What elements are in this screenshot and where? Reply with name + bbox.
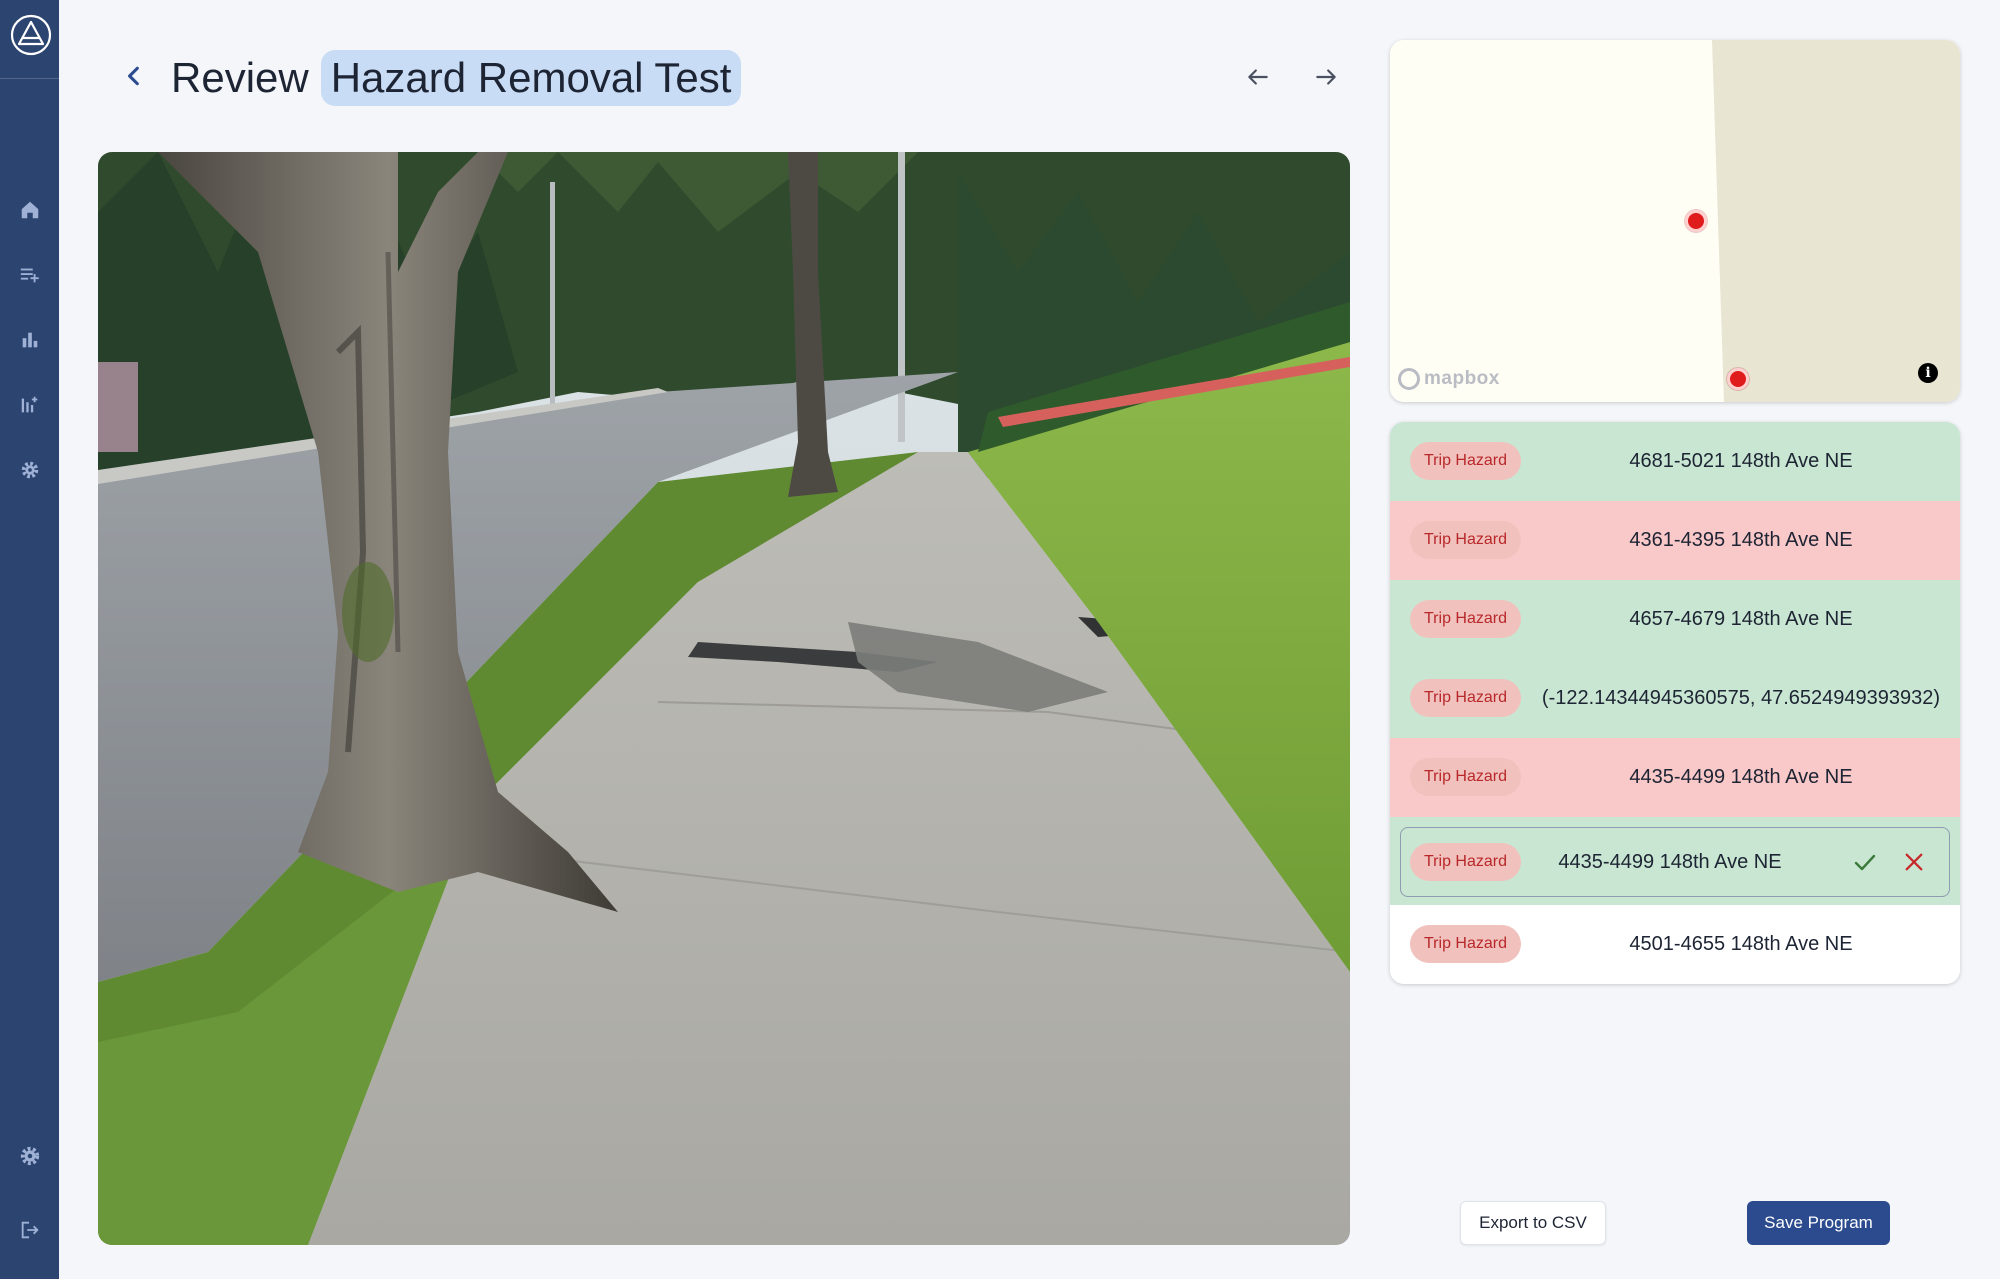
hazard-marker[interactable] [1685,210,1707,232]
export-csv-button[interactable]: Export to CSV [1460,1201,1606,1245]
map-info-button[interactable]: i [1918,363,1938,383]
hazard-row-current[interactable]: Trip Hazard 4435-4499 148th Ave NE [1390,817,1960,907]
hazard-address: 4657-4679 148th Ave NE [1629,608,1853,630]
chevron-left-icon [128,66,139,86]
sidebar-divider [0,78,59,79]
hazard-row[interactable]: Trip Hazard 4657-4679 148th Ave NE [1390,580,1960,659]
reject-button[interactable] [1899,847,1929,877]
hazard-tag: Trip Hazard [1410,843,1521,881]
chart-settings-icon[interactable] [18,393,42,417]
map-canvas [1390,40,1960,402]
page-title: Review Hazard Removal Test [171,48,742,108]
hazard-row[interactable]: Trip Hazard (-122.14344945360575, 47.652… [1390,659,1960,738]
logout-icon[interactable] [18,1218,42,1242]
close-icon [1905,853,1923,871]
bar-chart-icon[interactable] [18,328,42,352]
hazard-tag: Trip Hazard [1410,679,1521,717]
back-button[interactable] [118,58,150,94]
hazard-address: 4501-4655 148th Ave NE [1629,933,1853,955]
approve-button[interactable] [1850,847,1880,877]
arrow-right-icon [1316,69,1336,85]
hazard-tag: Trip Hazard [1410,758,1521,796]
check-icon [1854,854,1876,871]
program-name[interactable]: Hazard Removal Test [320,50,742,106]
next-button[interactable] [1308,60,1344,94]
hazard-row[interactable]: Trip Hazard 4361-4395 148th Ave NE [1390,501,1960,580]
hazard-list: Trip Hazard 4681-5021 148th Ave NE Trip … [1390,422,1960,984]
mapbox-logo: mapbox [1398,366,1500,392]
hazard-row[interactable]: Trip Hazard 4501-4655 148th Ave NE [1390,905,1960,984]
hazard-marker[interactable] [1727,368,1749,390]
hazard-photo [98,152,1350,1245]
hazard-tag: Trip Hazard [1410,521,1521,559]
app-logo-icon[interactable] [10,14,52,56]
gear-settings-icon[interactable] [18,458,42,482]
home-icon[interactable] [18,198,42,222]
mapbox-logo-icon [1398,368,1420,390]
title-prefix: Review [171,54,309,101]
previous-button[interactable] [1240,60,1276,94]
hazard-address: 4435-4499 148th Ave NE [1558,851,1782,873]
arrow-left-icon [1248,69,1268,85]
hazard-row[interactable]: Trip Hazard 4435-4499 148th Ave NE [1390,738,1960,817]
settings-icon[interactable] [18,1144,42,1168]
hazard-address: 4435-4499 148th Ave NE [1629,766,1853,788]
mapbox-wordmark: mapbox [1424,368,1500,389]
hazard-address: 4681-5021 148th Ave NE [1629,450,1853,472]
hazard-address: (-122.14344945360575, 47.6524949393932) [1541,687,1941,709]
hazard-row[interactable]: Trip Hazard 4681-5021 148th Ave NE [1390,422,1960,501]
hazard-tag: Trip Hazard [1410,600,1521,638]
hazard-tag: Trip Hazard [1410,925,1521,963]
sidebar [0,0,59,1279]
hazard-map[interactable]: mapbox i [1390,40,1960,402]
add-list-icon[interactable] [18,263,42,287]
hazard-tag: Trip Hazard [1410,442,1521,480]
save-program-button[interactable]: Save Program [1747,1201,1890,1245]
hazard-address: 4361-4395 148th Ave NE [1629,529,1853,551]
